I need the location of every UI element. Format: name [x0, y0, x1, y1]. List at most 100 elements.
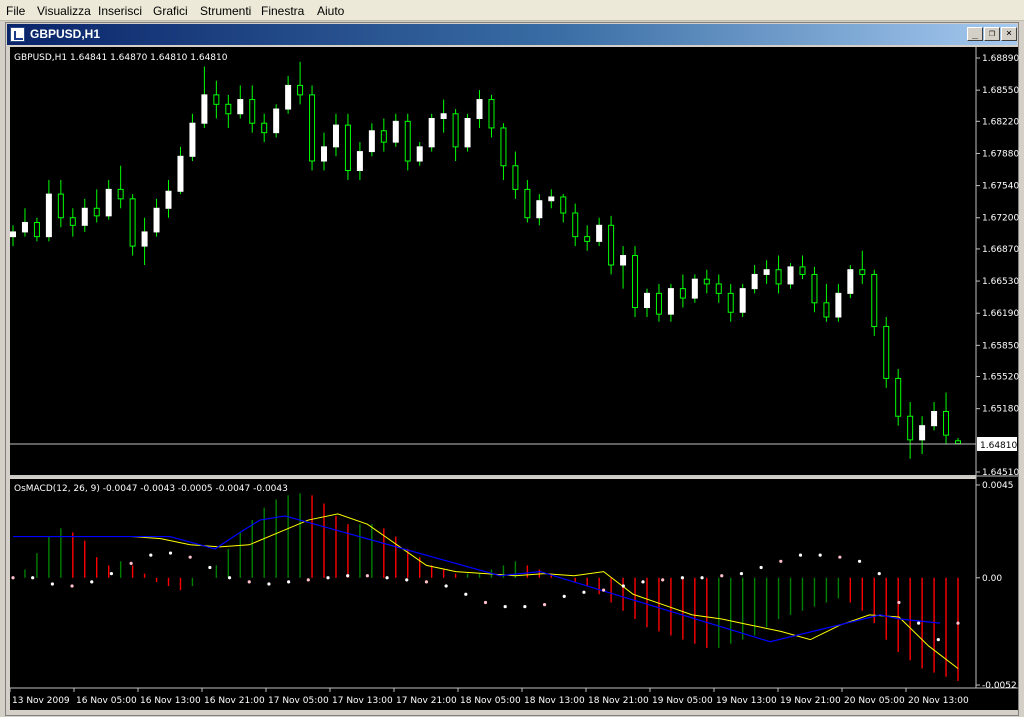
- macd-dot: [11, 576, 15, 580]
- candle-body: [608, 224, 615, 266]
- candle-body: [332, 124, 339, 148]
- macd-dot: [680, 576, 684, 580]
- candle-body: [392, 120, 399, 143]
- macd-dot: [50, 582, 54, 586]
- time-tick-label: 19 Nov 13:00: [716, 696, 777, 706]
- macd-dot: [582, 590, 586, 594]
- candle-body: [931, 411, 938, 427]
- candle-body: [45, 193, 52, 238]
- macd-dot: [306, 578, 310, 582]
- candle-body: [10, 231, 16, 238]
- price-tick-label: 1.64510: [982, 468, 1019, 478]
- candle-body: [380, 130, 387, 143]
- chart-canvas[interactable]: 1.68890 1.68550 1.68220 1.67880 1.67540 1.672…: [0, 0, 1024, 717]
- time-tick-label: 18 Nov 21:00: [588, 696, 649, 706]
- candle-body: [715, 283, 722, 294]
- time-tick-label: 19 Nov 21:00: [780, 696, 841, 706]
- candle-body: [763, 269, 770, 275]
- candle-body: [129, 198, 136, 247]
- candle-body: [560, 196, 567, 214]
- price-chart-info: GBPUSD,H1 1.64841 1.64870 1.64810 1.6481…: [14, 53, 228, 63]
- macd-dot: [129, 561, 133, 565]
- candle-body: [249, 99, 256, 124]
- candle-body: [739, 288, 746, 313]
- candle-body: [273, 108, 280, 134]
- macd-dot: [90, 580, 94, 584]
- candle-body: [213, 94, 220, 105]
- candle-body: [500, 127, 507, 167]
- time-tick-label: 17 Nov 13:00: [332, 696, 393, 706]
- macd-dot: [798, 553, 803, 557]
- time-tick-label: 16 Nov 05:00: [76, 696, 137, 706]
- candle-body: [847, 269, 854, 294]
- macd-dot: [720, 574, 724, 578]
- candle-body: [907, 415, 914, 441]
- candle-body: [21, 221, 28, 233]
- macd-dot: [917, 621, 921, 625]
- macd-info: OsMACD(12, 26, 9) -0.0047 -0.0043 -0.000…: [14, 484, 288, 494]
- time-tick-label: 18 Nov 13:00: [524, 696, 585, 706]
- time-tick-label: 18 Nov 05:00: [460, 696, 521, 706]
- candle-body: [344, 124, 351, 171]
- candle-body: [679, 288, 686, 299]
- macd-dot: [621, 584, 625, 588]
- price-tick-label: 1.65180: [982, 405, 1019, 415]
- candle-body: [177, 155, 184, 192]
- candle-body: [452, 113, 459, 148]
- macd-dot: [168, 551, 173, 555]
- candle-body: [225, 103, 232, 115]
- macd-dot: [424, 580, 429, 584]
- candle-body: [201, 94, 208, 124]
- candle-body: [309, 94, 316, 162]
- candle-body: [943, 411, 950, 436]
- price-tick-label: 1.68550: [982, 86, 1019, 96]
- macd-dot: [739, 572, 744, 576]
- candle-body: [883, 325, 890, 379]
- macd-dot: [661, 578, 665, 582]
- macd-dot: [936, 638, 940, 642]
- macd-tick-label: 0.00: [982, 574, 1002, 584]
- macd-dot: [483, 600, 488, 605]
- macd-dot: [877, 572, 881, 576]
- macd-dot: [267, 582, 271, 586]
- macd-dot: [818, 553, 822, 557]
- candle-body: [69, 217, 76, 226]
- macd-dot: [897, 600, 901, 605]
- candle-body: [919, 425, 926, 441]
- price-tick-label: 1.66190: [982, 309, 1019, 319]
- candle-body: [416, 146, 423, 162]
- macd-panel[interactable]: [10, 479, 976, 688]
- price-tick-label: 1.67540: [982, 182, 1019, 192]
- price-tick-label: 1.65520: [982, 373, 1019, 383]
- macd-dot: [346, 574, 350, 578]
- price-tick-label: 1.67200: [982, 214, 1019, 224]
- candle-body: [117, 188, 124, 200]
- current-price-label: 1.64810: [980, 441, 1017, 451]
- macd-tick-label: 0.0045: [982, 481, 1014, 491]
- macd-dot: [779, 559, 783, 563]
- candle-body: [488, 99, 495, 129]
- candle-body: [105, 188, 112, 217]
- macd-dot: [838, 555, 842, 559]
- candle-body: [476, 99, 483, 119]
- time-tick-label: 13 Nov 2009: [12, 696, 70, 706]
- macd-tick-label: -0.0052: [982, 681, 1017, 691]
- candle-body: [799, 266, 806, 275]
- macd-dot: [641, 580, 645, 584]
- macd-dot: [956, 621, 960, 625]
- candle-body: [404, 120, 411, 162]
- price-tick-label: 1.68220: [982, 117, 1019, 127]
- macd-dot: [857, 559, 862, 563]
- macd-dot: [542, 602, 547, 607]
- candle-body: [165, 190, 172, 209]
- candle-body: [871, 273, 878, 327]
- candle-body: [368, 130, 375, 153]
- time-tick-label: 20 Nov 13:00: [908, 696, 969, 706]
- price-tick-label: 1.67880: [982, 149, 1019, 159]
- candle-body: [643, 292, 650, 309]
- candle-body: [548, 196, 555, 202]
- candle-body: [787, 266, 794, 285]
- time-tick-label: 19 Nov 05:00: [652, 696, 713, 706]
- candle-body: [81, 207, 88, 226]
- price-tick-label: 1.68890: [982, 54, 1019, 64]
